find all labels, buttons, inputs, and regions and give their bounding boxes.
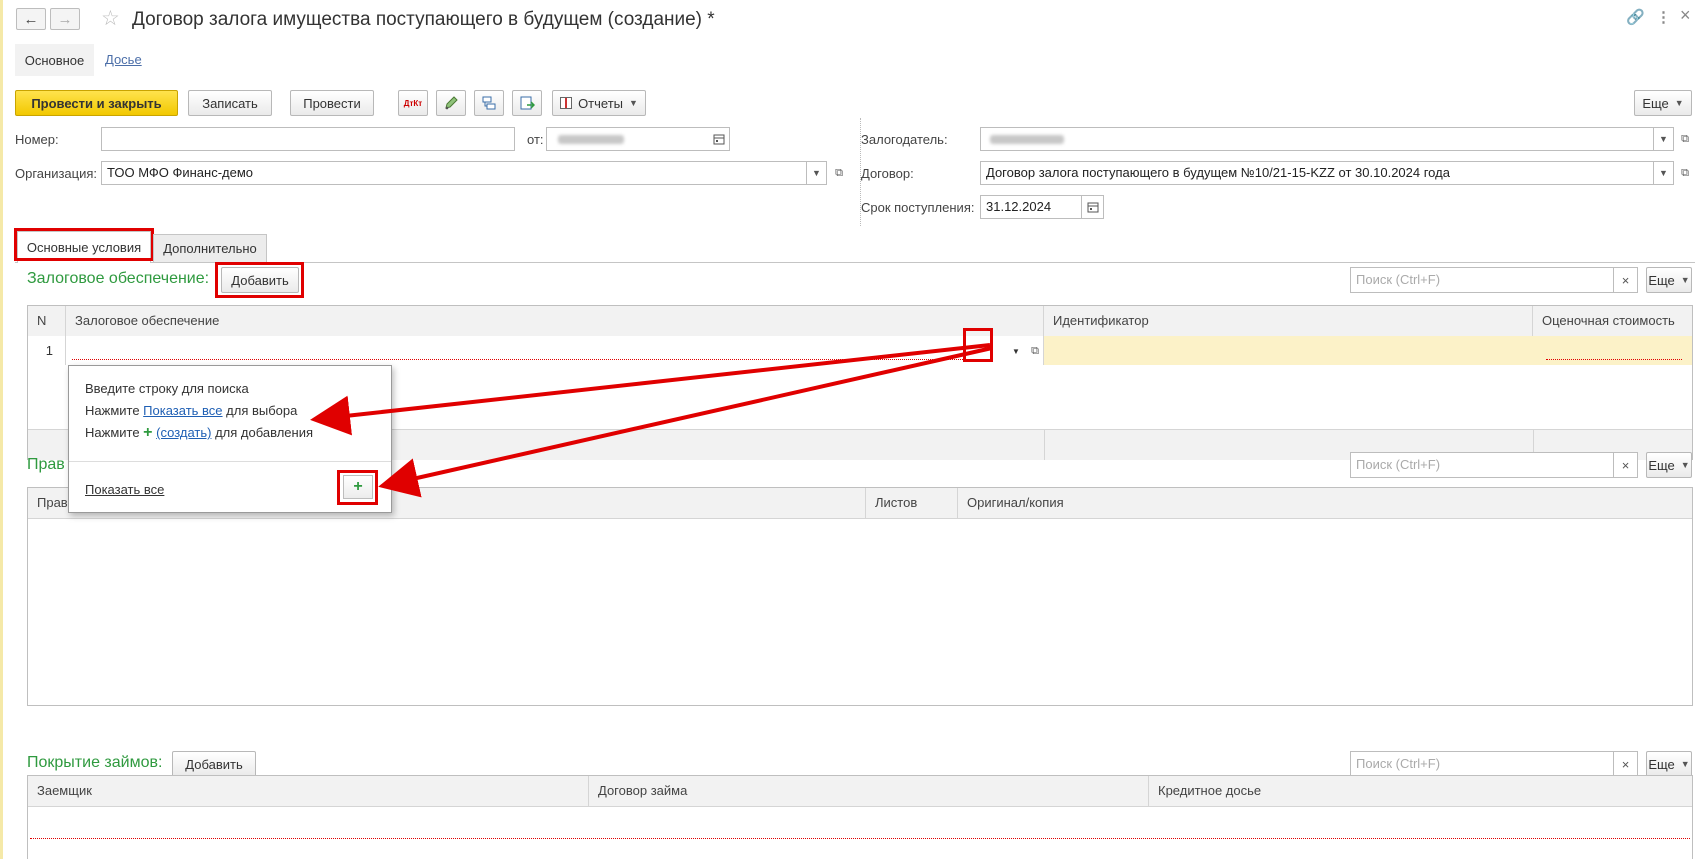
annotation-arrow [310, 343, 991, 436]
annotation-arrows [310, 343, 993, 498]
annotation-arrow [378, 346, 993, 498]
